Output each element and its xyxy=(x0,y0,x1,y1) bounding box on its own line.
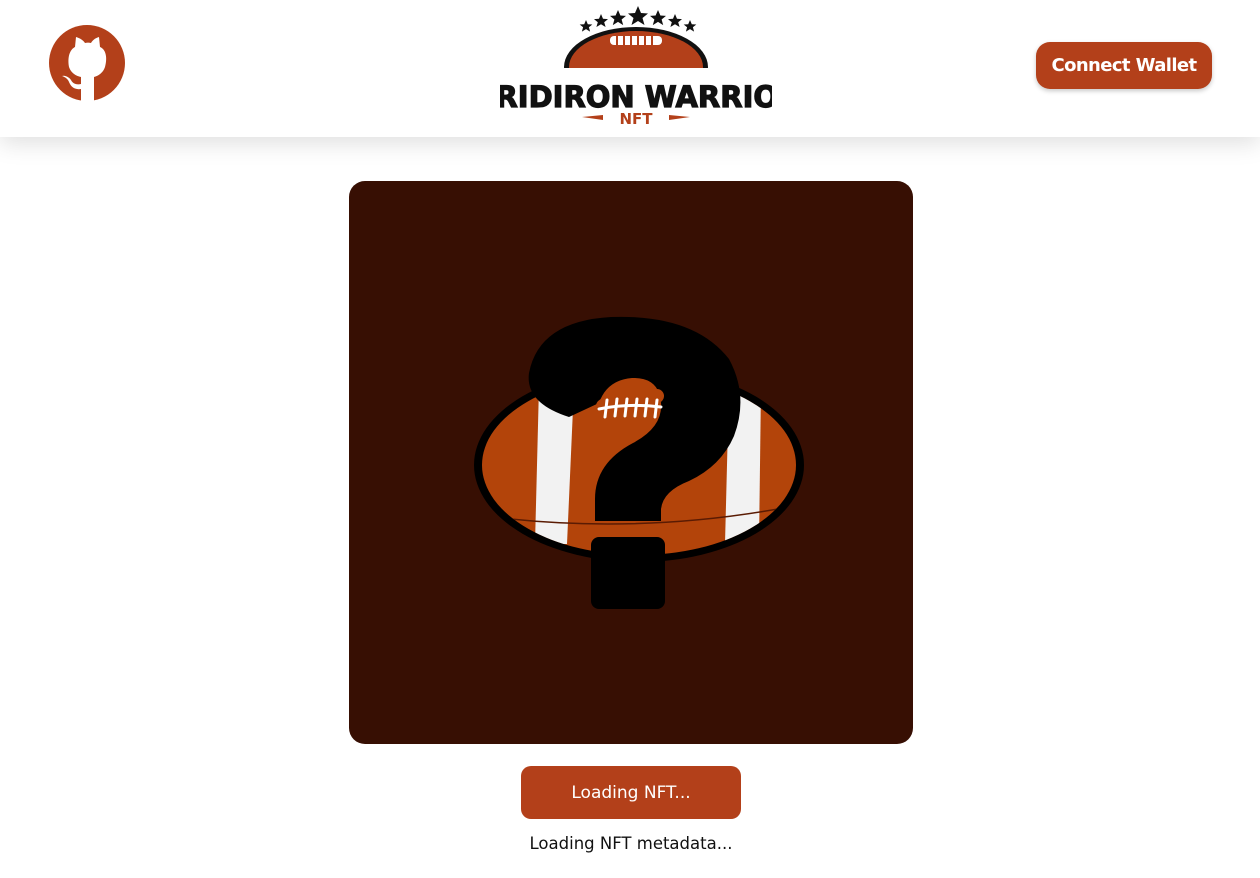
github-link[interactable] xyxy=(49,25,125,101)
status-message: Loading NFT metadata... xyxy=(529,834,733,853)
nft-image-card xyxy=(349,181,913,744)
football-question-mark xyxy=(474,316,804,609)
connect-wallet-button[interactable]: Connect Wallet xyxy=(1036,42,1212,89)
loading-nft-button[interactable]: Loading NFT... xyxy=(521,766,741,819)
site-header: GRIDIRON WARRIOR NFT Connect Wallet xyxy=(0,0,1260,137)
logo-subtitle: NFT xyxy=(619,110,653,128)
brand-logo: GRIDIRON WARRIOR NFT xyxy=(500,4,772,132)
github-icon xyxy=(49,25,125,101)
logo-title: GRIDIRON WARRIOR xyxy=(500,80,772,114)
